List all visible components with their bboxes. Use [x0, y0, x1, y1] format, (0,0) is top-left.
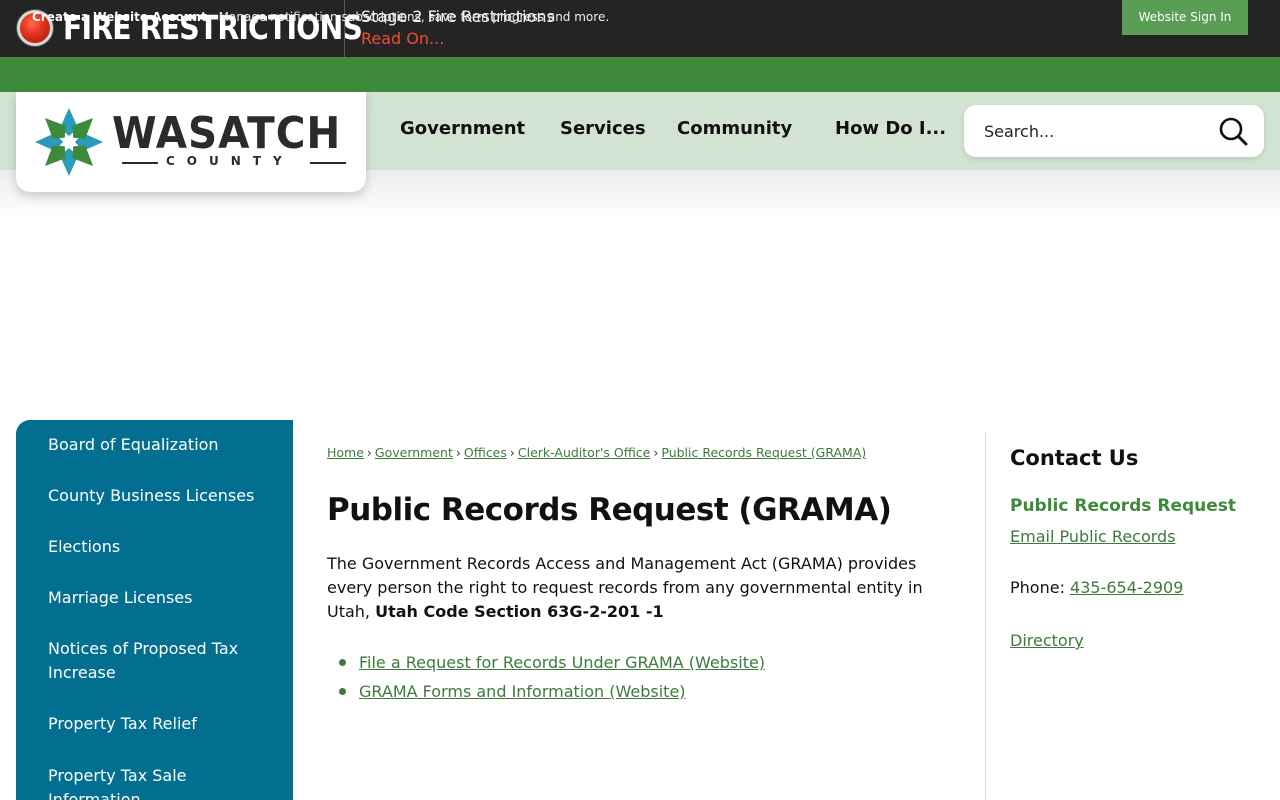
nav-services[interactable]: Services — [560, 118, 646, 139]
sidebar-item-elections[interactable]: Elections — [48, 535, 278, 559]
create-account-link[interactable]: Create a Website Account — [32, 10, 207, 24]
phone-label: Phone: — [1010, 578, 1071, 597]
sidebar-item-county-business-licenses[interactable]: County Business Licenses — [48, 484, 278, 508]
sidebar-item-notices-tax-increase[interactable]: Notices of Proposed Tax Increase — [48, 637, 278, 685]
nav-government[interactable]: Government — [400, 118, 525, 139]
breadcrumb-separator: › — [366, 445, 372, 460]
alert-divider — [344, 0, 345, 57]
sidebar-item-board-of-equalization[interactable]: Board of Equalization — [48, 433, 278, 457]
contact-panel — [985, 432, 1264, 800]
contact-title: Contact Us — [1010, 446, 1139, 470]
email-public-records-link[interactable]: Email Public Records — [1010, 527, 1176, 546]
wasatch-logo-icon — [35, 108, 103, 176]
utah-code-reference: Utah Code Section 63G-2-201 -1 — [375, 602, 664, 621]
logo-subtitle: COUNTY — [166, 154, 294, 168]
logo-rule-left — [122, 162, 158, 164]
contact-subtitle: Public Records Request — [1010, 496, 1237, 516]
sidebar — [16, 420, 293, 800]
account-bar — [0, 57, 1280, 92]
alert-read-on-link[interactable]: Read On... — [361, 29, 444, 48]
account-description: - Manage notification subscriptions, sav… — [206, 10, 610, 24]
breadcrumb-offices[interactable]: Offices — [464, 445, 507, 460]
resource-links: File a Request for Records Under GRAMA (… — [327, 648, 765, 706]
search-input[interactable] — [984, 118, 1194, 144]
list-item: GRAMA Forms and Information (Website) — [327, 677, 765, 706]
page-title: Public Records Request (GRAMA) — [327, 492, 892, 528]
file-grama-request-link[interactable]: File a Request for Records Under GRAMA (… — [359, 653, 765, 672]
breadcrumb-clerk-auditor[interactable]: Clerk-Auditor's Office — [518, 445, 650, 460]
list-item: File a Request for Records Under GRAMA (… — [327, 648, 765, 677]
breadcrumb-separator: › — [509, 445, 515, 460]
search-icon[interactable] — [1218, 116, 1248, 146]
breadcrumb-separator: › — [653, 445, 659, 460]
sidebar-item-property-tax-sale[interactable]: Property Tax Sale Information — [48, 764, 278, 800]
breadcrumb-current-page[interactable]: Public Records Request (GRAMA) — [661, 445, 866, 460]
grama-forms-link[interactable]: GRAMA Forms and Information (Website) — [359, 682, 686, 701]
sidebar-item-property-tax-relief[interactable]: Property Tax Relief — [48, 712, 278, 736]
logo-name: WASATCH — [112, 108, 342, 159]
nav-how-do-i[interactable]: How Do I... — [835, 118, 946, 139]
nav-community[interactable]: Community — [677, 118, 792, 139]
breadcrumb-home[interactable]: Home — [327, 445, 364, 460]
breadcrumb-separator: › — [455, 445, 461, 460]
account-notice: Create a Website Account - Manage notifi… — [32, 10, 609, 24]
breadcrumb-government[interactable]: Government — [375, 445, 453, 460]
website-sign-in-button[interactable]: Website Sign In — [1122, 0, 1248, 35]
logo-rule-right — [310, 162, 346, 164]
phone-link[interactable]: 435-654-2909 — [1070, 578, 1183, 597]
contact-phone: Phone: 435-654-2909 — [1010, 578, 1183, 597]
breadcrumb: Home › Government › Offices › Clerk-Auditor's … — [327, 445, 866, 460]
sidebar-item-marriage-licenses[interactable]: Marriage Licenses — [48, 586, 278, 610]
intro-paragraph: The Government Records Access and Manage… — [327, 552, 937, 624]
directory-link[interactable]: Directory — [1010, 631, 1084, 650]
